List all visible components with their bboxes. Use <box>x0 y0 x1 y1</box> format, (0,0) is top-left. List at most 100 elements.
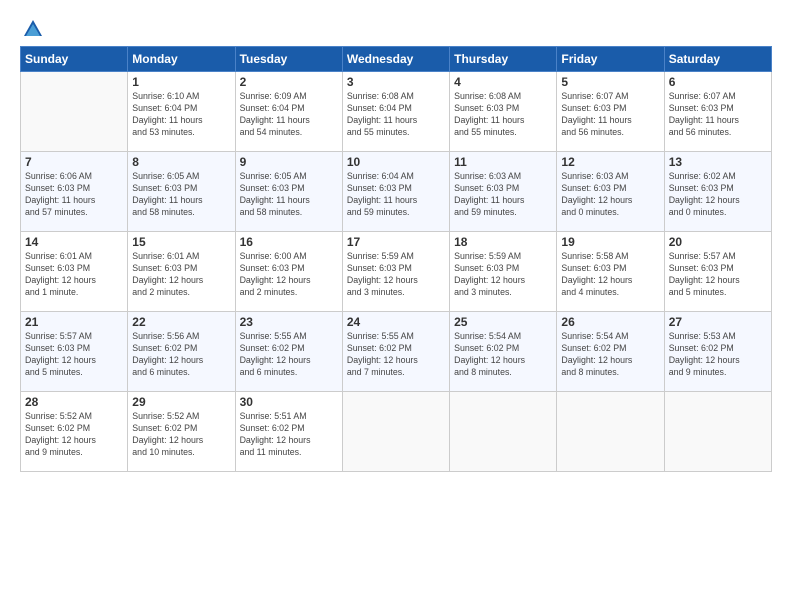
calendar-week-row: 1 Sunrise: 6:10 AMSunset: 6:04 PMDaylight… <box>21 72 772 152</box>
day-info: Sunrise: 6:04 AMSunset: 6:03 PMDaylight:… <box>347 171 445 219</box>
table-row: 28 Sunrise: 5:52 AMSunset: 6:02 PMDayligh… <box>21 392 128 472</box>
col-wednesday: Wednesday <box>342 47 449 72</box>
table-row <box>557 392 664 472</box>
table-row: 24 Sunrise: 5:55 AMSunset: 6:02 PMDayligh… <box>342 312 449 392</box>
day-number: 23 <box>240 315 338 329</box>
day-info: Sunrise: 5:55 AMSunset: 6:02 PMDaylight:… <box>240 331 338 379</box>
day-number: 14 <box>25 235 123 249</box>
day-info: Sunrise: 5:59 AMSunset: 6:03 PMDaylight:… <box>454 251 552 299</box>
table-row: 8 Sunrise: 6:05 AMSunset: 6:03 PMDaylight… <box>128 152 235 232</box>
day-info: Sunrise: 6:10 AMSunset: 6:04 PMDaylight:… <box>132 91 230 139</box>
table-row: 27 Sunrise: 5:53 AMSunset: 6:02 PMDayligh… <box>664 312 771 392</box>
table-row: 26 Sunrise: 5:54 AMSunset: 6:02 PMDayligh… <box>557 312 664 392</box>
day-info: Sunrise: 6:01 AMSunset: 6:03 PMDaylight:… <box>132 251 230 299</box>
day-number: 10 <box>347 155 445 169</box>
day-info: Sunrise: 5:53 AMSunset: 6:02 PMDaylight:… <box>669 331 767 379</box>
day-number: 12 <box>561 155 659 169</box>
day-number: 9 <box>240 155 338 169</box>
day-number: 1 <box>132 75 230 89</box>
day-info: Sunrise: 6:08 AMSunset: 6:03 PMDaylight:… <box>454 91 552 139</box>
day-info: Sunrise: 5:55 AMSunset: 6:02 PMDaylight:… <box>347 331 445 379</box>
table-row: 14 Sunrise: 6:01 AMSunset: 6:03 PMDayligh… <box>21 232 128 312</box>
day-number: 15 <box>132 235 230 249</box>
day-number: 4 <box>454 75 552 89</box>
day-number: 17 <box>347 235 445 249</box>
calendar-table: Sunday Monday Tuesday Wednesday Thursday… <box>20 46 772 472</box>
day-number: 11 <box>454 155 552 169</box>
table-row: 15 Sunrise: 6:01 AMSunset: 6:03 PMDayligh… <box>128 232 235 312</box>
day-number: 3 <box>347 75 445 89</box>
day-info: Sunrise: 5:54 AMSunset: 6:02 PMDaylight:… <box>454 331 552 379</box>
table-row: 1 Sunrise: 6:10 AMSunset: 6:04 PMDaylight… <box>128 72 235 152</box>
table-row: 4 Sunrise: 6:08 AMSunset: 6:03 PMDaylight… <box>450 72 557 152</box>
day-info: Sunrise: 6:00 AMSunset: 6:03 PMDaylight:… <box>240 251 338 299</box>
col-friday: Friday <box>557 47 664 72</box>
header <box>20 18 772 36</box>
calendar-week-row: 14 Sunrise: 6:01 AMSunset: 6:03 PMDayligh… <box>21 232 772 312</box>
day-info: Sunrise: 6:03 AMSunset: 6:03 PMDaylight:… <box>454 171 552 219</box>
col-thursday: Thursday <box>450 47 557 72</box>
day-info: Sunrise: 6:02 AMSunset: 6:03 PMDaylight:… <box>669 171 767 219</box>
table-row: 7 Sunrise: 6:06 AMSunset: 6:03 PMDaylight… <box>21 152 128 232</box>
table-row: 29 Sunrise: 5:52 AMSunset: 6:02 PMDayligh… <box>128 392 235 472</box>
day-number: 29 <box>132 395 230 409</box>
day-number: 5 <box>561 75 659 89</box>
table-row: 3 Sunrise: 6:08 AMSunset: 6:04 PMDaylight… <box>342 72 449 152</box>
table-row: 16 Sunrise: 6:00 AMSunset: 6:03 PMDayligh… <box>235 232 342 312</box>
day-info: Sunrise: 5:59 AMSunset: 6:03 PMDaylight:… <box>347 251 445 299</box>
calendar-week-row: 28 Sunrise: 5:52 AMSunset: 6:02 PMDayligh… <box>21 392 772 472</box>
day-number: 13 <box>669 155 767 169</box>
table-row: 10 Sunrise: 6:04 AMSunset: 6:03 PMDayligh… <box>342 152 449 232</box>
day-number: 30 <box>240 395 338 409</box>
col-monday: Monday <box>128 47 235 72</box>
day-info: Sunrise: 5:57 AMSunset: 6:03 PMDaylight:… <box>669 251 767 299</box>
day-number: 21 <box>25 315 123 329</box>
day-number: 7 <box>25 155 123 169</box>
calendar-week-row: 21 Sunrise: 5:57 AMSunset: 6:03 PMDayligh… <box>21 312 772 392</box>
col-tuesday: Tuesday <box>235 47 342 72</box>
table-row: 11 Sunrise: 6:03 AMSunset: 6:03 PMDayligh… <box>450 152 557 232</box>
day-info: Sunrise: 6:06 AMSunset: 6:03 PMDaylight:… <box>25 171 123 219</box>
day-number: 16 <box>240 235 338 249</box>
day-number: 26 <box>561 315 659 329</box>
table-row: 25 Sunrise: 5:54 AMSunset: 6:02 PMDayligh… <box>450 312 557 392</box>
table-row: 12 Sunrise: 6:03 AMSunset: 6:03 PMDayligh… <box>557 152 664 232</box>
table-row <box>342 392 449 472</box>
day-info: Sunrise: 6:08 AMSunset: 6:04 PMDaylight:… <box>347 91 445 139</box>
day-number: 24 <box>347 315 445 329</box>
page: Sunday Monday Tuesday Wednesday Thursday… <box>0 0 792 612</box>
col-sunday: Sunday <box>21 47 128 72</box>
day-info: Sunrise: 6:05 AMSunset: 6:03 PMDaylight:… <box>240 171 338 219</box>
day-info: Sunrise: 5:52 AMSunset: 6:02 PMDaylight:… <box>25 411 123 459</box>
table-row <box>450 392 557 472</box>
table-row <box>664 392 771 472</box>
day-info: Sunrise: 5:51 AMSunset: 6:02 PMDaylight:… <box>240 411 338 459</box>
day-number: 8 <box>132 155 230 169</box>
table-row <box>21 72 128 152</box>
table-row: 2 Sunrise: 6:09 AMSunset: 6:04 PMDaylight… <box>235 72 342 152</box>
table-row: 17 Sunrise: 5:59 AMSunset: 6:03 PMDayligh… <box>342 232 449 312</box>
day-info: Sunrise: 5:58 AMSunset: 6:03 PMDaylight:… <box>561 251 659 299</box>
day-number: 22 <box>132 315 230 329</box>
day-info: Sunrise: 6:09 AMSunset: 6:04 PMDaylight:… <box>240 91 338 139</box>
day-number: 25 <box>454 315 552 329</box>
day-info: Sunrise: 6:01 AMSunset: 6:03 PMDaylight:… <box>25 251 123 299</box>
day-info: Sunrise: 6:05 AMSunset: 6:03 PMDaylight:… <box>132 171 230 219</box>
day-number: 27 <box>669 315 767 329</box>
day-info: Sunrise: 6:07 AMSunset: 6:03 PMDaylight:… <box>669 91 767 139</box>
logo <box>20 18 44 36</box>
table-row: 22Sunrise: 5:56 AMSunset: 6:02 PMDayligh… <box>128 312 235 392</box>
logo-icon <box>22 18 44 40</box>
day-info: Sunrise: 5:52 AMSunset: 6:02 PMDaylight:… <box>132 411 230 459</box>
day-info: Sunrise: 5:54 AMSunset: 6:02 PMDaylight:… <box>561 331 659 379</box>
table-row: 23 Sunrise: 5:55 AMSunset: 6:02 PMDayligh… <box>235 312 342 392</box>
day-number: 20 <box>669 235 767 249</box>
calendar-week-row: 7 Sunrise: 6:06 AMSunset: 6:03 PMDaylight… <box>21 152 772 232</box>
day-number: 2 <box>240 75 338 89</box>
day-number: 28 <box>25 395 123 409</box>
day-info: Sunrise: 6:03 AMSunset: 6:03 PMDaylight:… <box>561 171 659 219</box>
day-info: Sunrise: 5:57 AMSunset: 6:03 PMDaylight:… <box>25 331 123 379</box>
table-row: 19Sunrise: 5:58 AMSunset: 6:03 PMDayligh… <box>557 232 664 312</box>
table-row: 5Sunrise: 6:07 AMSunset: 6:03 PMDaylight… <box>557 72 664 152</box>
table-row: 21 Sunrise: 5:57 AMSunset: 6:03 PMDayligh… <box>21 312 128 392</box>
